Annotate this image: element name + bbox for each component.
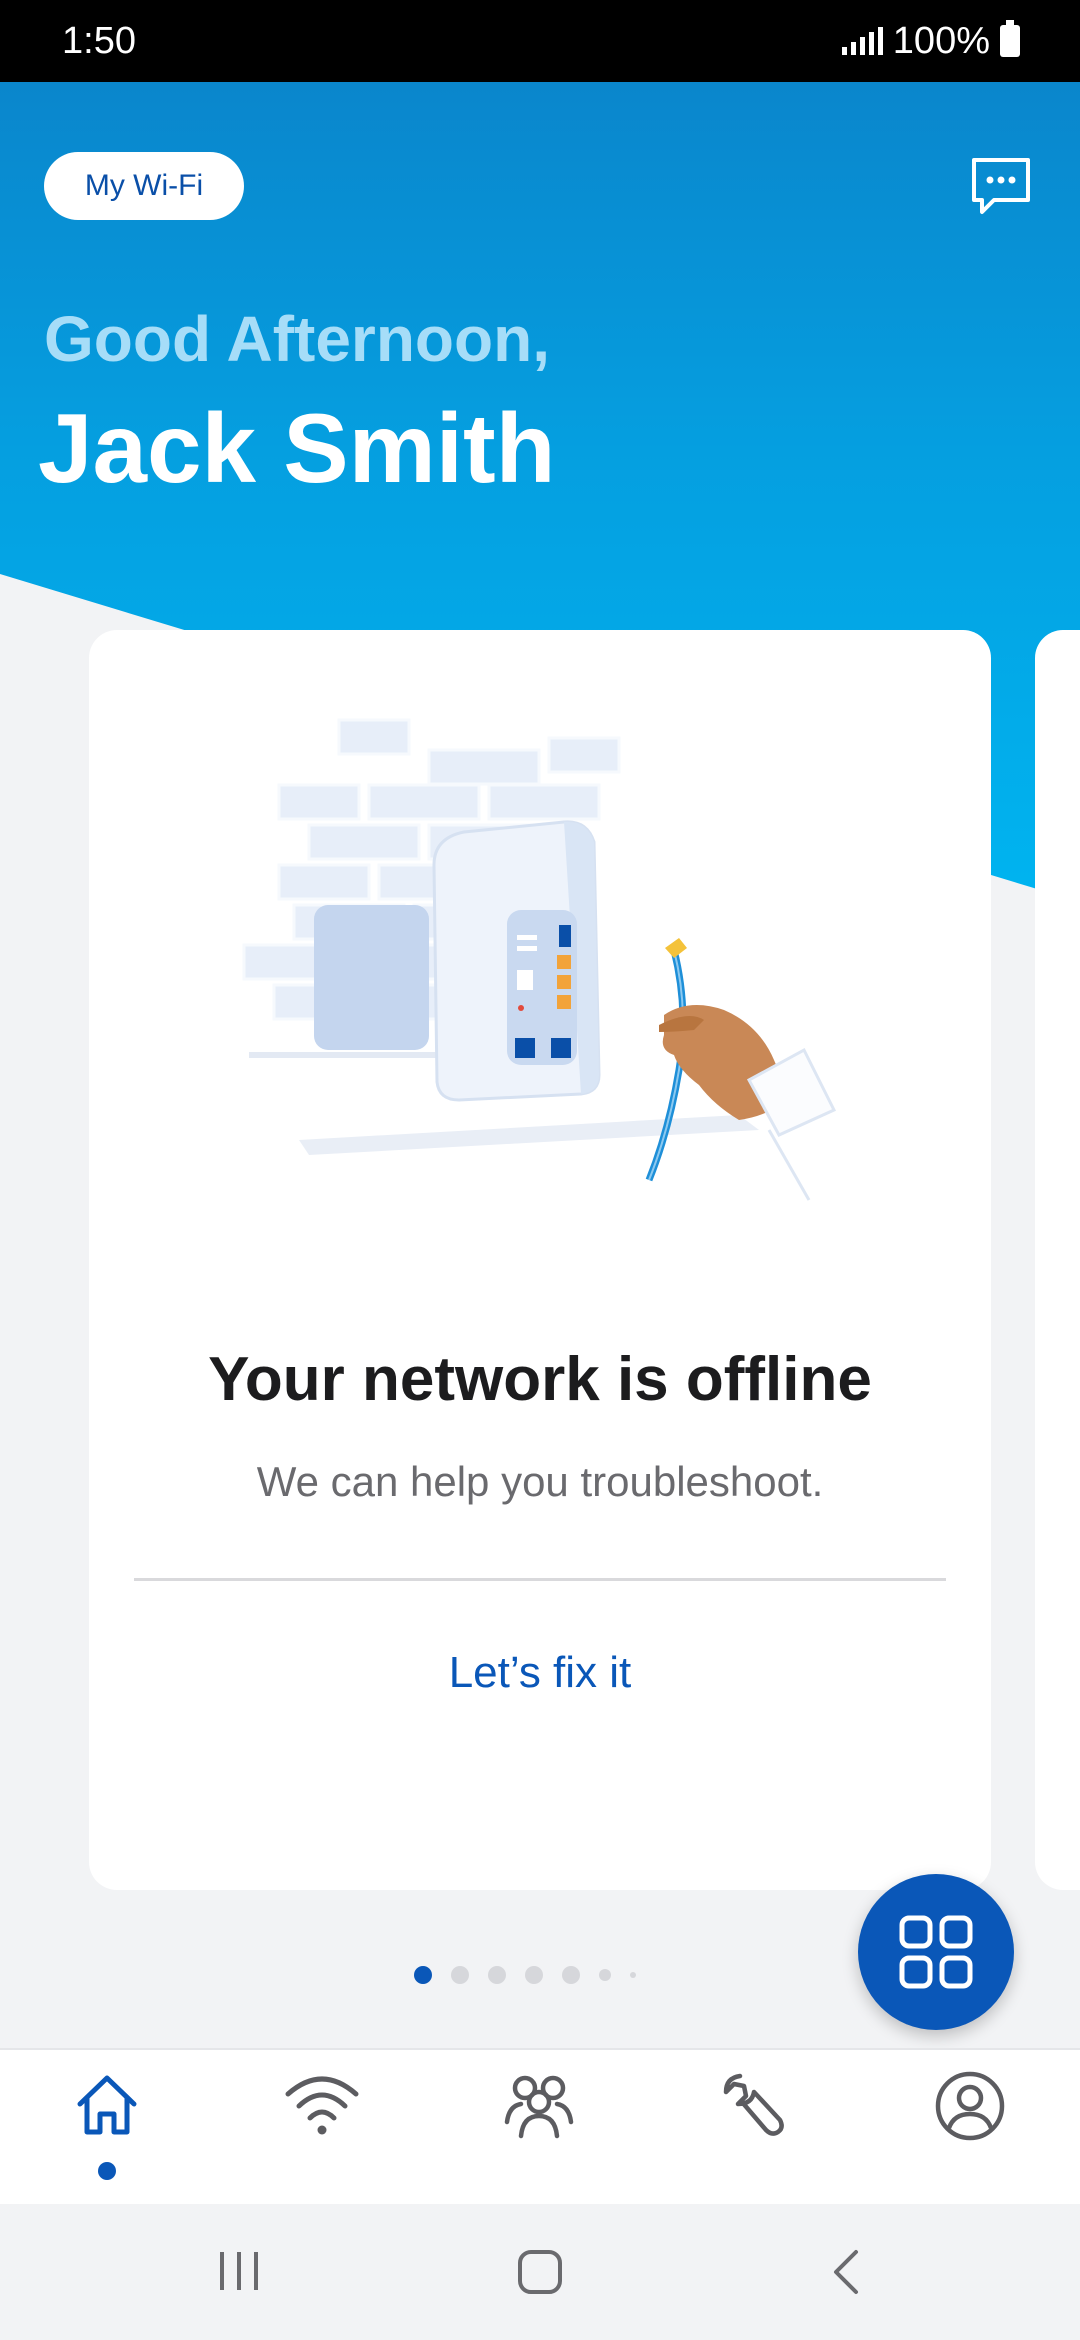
wifi-icon: [285, 2076, 359, 2135]
next-card-peek[interactable]: [1035, 630, 1080, 1890]
nav-tools[interactable]: [695, 2070, 815, 2190]
battery-icon: [1000, 20, 1020, 57]
network-status-card: Your network is offline We can help you …: [89, 630, 991, 1890]
nav-account[interactable]: [910, 2070, 1030, 2190]
people-icon: [504, 2075, 574, 2139]
back-icon[interactable]: [826, 2248, 866, 2301]
lets-fix-it-button[interactable]: Let’s fix it: [89, 1648, 991, 1698]
account-icon: [935, 2071, 1005, 2141]
router-illustration: [242, 718, 837, 1201]
pagination-dot[interactable]: [630, 1972, 636, 1978]
status-indicators: 100%: [841, 19, 1020, 63]
home-icon: [77, 2075, 137, 2135]
home-button-icon[interactable]: [516, 2248, 564, 2301]
nav-people[interactable]: [479, 2070, 599, 2190]
card-title: Your network is offline: [208, 1345, 872, 1414]
status-time: 1:50: [62, 19, 136, 62]
wrench-icon: [723, 2073, 784, 2136]
pagination-dot[interactable]: [599, 1969, 611, 1981]
card-divider: [134, 1578, 946, 1581]
signal-icon: [841, 27, 883, 55]
active-nav-indicator: [98, 2162, 116, 2180]
battery-percent: 100%: [892, 19, 990, 62]
greeting-text: Good Afternoon,: [44, 303, 550, 375]
pagination-dot[interactable]: [562, 1966, 580, 1984]
carousel-pagination: [414, 1966, 636, 1984]
card-subtitle: We can help you troubleshoot.: [256, 1458, 824, 1505]
pagination-dot[interactable]: [525, 1966, 543, 1984]
grid-icon: [899, 1915, 973, 1989]
nav-wifi[interactable]: [262, 2070, 382, 2190]
pagination-dot[interactable]: [451, 1966, 469, 1984]
recent-apps-icon[interactable]: [216, 2248, 262, 2299]
pagination-dot[interactable]: [414, 1966, 432, 1984]
pagination-dot[interactable]: [488, 1966, 506, 1984]
bottom-navigation: [0, 2048, 1080, 2204]
my-wifi-button[interactable]: My Wi-Fi: [44, 152, 244, 220]
chat-icon[interactable]: [968, 154, 1034, 220]
system-navigation-bar: [0, 2204, 1080, 2340]
user-name: Jack Smith: [38, 393, 556, 503]
status-bar: 1:50 100%: [0, 0, 1080, 82]
apps-menu-button[interactable]: [858, 1874, 1014, 2030]
